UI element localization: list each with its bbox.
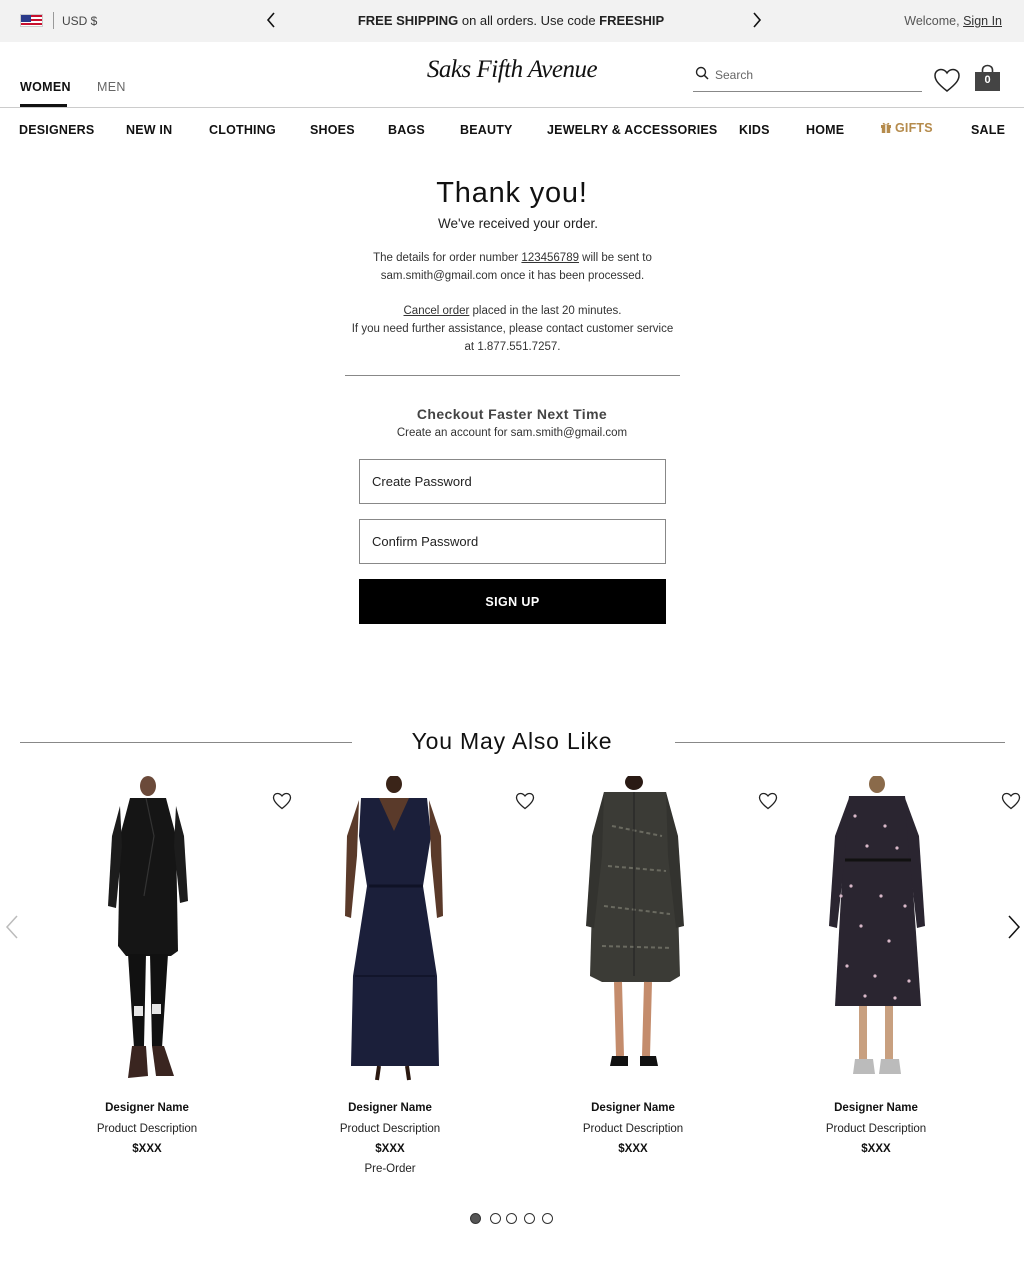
- carousel-dot-3[interactable]: [506, 1213, 517, 1224]
- chevron-right-icon[interactable]: [752, 12, 762, 28]
- product-designer[interactable]: Designer Name: [542, 1102, 724, 1114]
- checkout-faster-subtitle: Create an account for sam.smith@gmail.co…: [396, 427, 628, 439]
- promo-code: FREESHIP: [599, 13, 665, 28]
- carousel-dot-5[interactable]: [542, 1213, 553, 1224]
- nav-jewelry-accessories[interactable]: JEWELRY & ACCESSORIES: [547, 123, 717, 137]
- create-password-input[interactable]: [360, 460, 665, 503]
- promo-shipping-label: FREE SHIPPING: [357, 13, 459, 28]
- product-card[interactable]: Designer Name Product Description $XXX: [785, 776, 1021, 1186]
- product-badge: Pre-Order: [364, 1163, 416, 1175]
- tab-women[interactable]: WOMEN: [20, 80, 71, 94]
- nav-designers[interactable]: DESIGNERS: [19, 123, 94, 137]
- header-divider: [0, 107, 1024, 108]
- order-received-text: We've received your order.: [438, 216, 598, 231]
- nav-gifts[interactable]: GIFTS: [880, 121, 933, 135]
- order-details-text: The details for order number 123456789 w…: [340, 249, 685, 285]
- tab-men[interactable]: MEN: [97, 80, 126, 94]
- product-card[interactable]: Designer Name Product Description $XXX: [56, 776, 292, 1186]
- help-line-1: If you need further assistance, please c…: [351, 323, 674, 335]
- section-divider: [345, 375, 680, 376]
- order-number-link[interactable]: 123456789: [521, 252, 579, 264]
- heart-icon[interactable]: [272, 792, 292, 810]
- search-icon[interactable]: [695, 66, 709, 80]
- product-description[interactable]: Product Description: [785, 1123, 967, 1135]
- product-card[interactable]: Designer Name Product Description $XXX P…: [299, 776, 535, 1186]
- nav-gifts-label: GIFTS: [895, 121, 933, 135]
- promo-bar: USD $ FREE SHIPPING on all orders. Use c…: [0, 0, 1024, 42]
- chevron-left-icon[interactable]: [266, 12, 276, 28]
- cancel-order-link[interactable]: Cancel order: [404, 305, 470, 317]
- welcome-text: Welcome, Sign In: [904, 14, 1002, 28]
- recommendations-title: You May Also Like: [411, 728, 613, 754]
- product-designer[interactable]: Designer Name: [56, 1102, 238, 1114]
- gift-icon: [881, 122, 891, 133]
- sign-up-button[interactable]: SIGN UP: [359, 579, 666, 624]
- product-price: $XXX: [375, 1143, 405, 1155]
- help-line-2: at 1.877.551.7257.: [464, 341, 561, 353]
- product-image[interactable]: [56, 776, 292, 1082]
- nav-clothing[interactable]: CLOTHING: [209, 123, 276, 137]
- search-input[interactable]: [715, 65, 915, 85]
- product-designer[interactable]: Designer Name: [299, 1102, 481, 1114]
- welcome-label: Welcome,: [904, 14, 964, 28]
- us-flag-icon[interactable]: [20, 14, 43, 27]
- divider: [53, 12, 54, 29]
- carousel-prev-icon[interactable]: [4, 914, 20, 940]
- details-prefix: The details for order number: [373, 252, 522, 264]
- search-bar[interactable]: [693, 62, 922, 92]
- promo-message: FREE SHIPPING on all orders. Use code FR…: [320, 13, 702, 28]
- heart-icon[interactable]: [1001, 792, 1021, 810]
- product-image[interactable]: [299, 776, 535, 1082]
- heart-icon[interactable]: [758, 792, 778, 810]
- nav-home[interactable]: HOME: [806, 123, 844, 137]
- details-suffix: will be sent to: [578, 252, 652, 264]
- nav-kids[interactable]: KIDS: [739, 123, 770, 137]
- heart-icon[interactable]: [515, 792, 535, 810]
- nav-sale[interactable]: SALE: [971, 123, 1005, 137]
- product-description[interactable]: Product Description: [299, 1123, 481, 1135]
- main-nav: DESIGNERS NEW IN CLOTHING SHOES BAGS BEA…: [0, 121, 1024, 141]
- bag-count: 0: [984, 74, 991, 86]
- product-description[interactable]: Product Description: [542, 1123, 724, 1135]
- product-description[interactable]: Product Description: [56, 1123, 238, 1135]
- heart-icon[interactable]: [933, 67, 961, 93]
- confirm-password-field[interactable]: [359, 519, 666, 564]
- details-line-2: sam.smith@gmail.com once it has been pro…: [380, 270, 645, 282]
- create-password-field[interactable]: [359, 459, 666, 504]
- product-price: $XXX: [861, 1143, 891, 1155]
- carousel-dot-1[interactable]: [470, 1213, 481, 1224]
- nav-new-in[interactable]: NEW IN: [126, 123, 172, 137]
- currency-selector[interactable]: USD $: [62, 14, 97, 28]
- sign-in-link[interactable]: Sign In: [963, 14, 1002, 28]
- carousel-dot-2[interactable]: [490, 1213, 501, 1224]
- confirm-password-input[interactable]: [360, 520, 665, 563]
- product-image[interactable]: [542, 776, 778, 1082]
- product-price: $XXX: [618, 1143, 648, 1155]
- carousel-pagination: [470, 1213, 570, 1225]
- saks-logo[interactable]: Saks Fifth Avenue: [420, 56, 604, 84]
- carousel-dot-4[interactable]: [524, 1213, 535, 1224]
- page-title: Thank you!: [436, 177, 588, 209]
- nav-beauty[interactable]: BEAUTY: [460, 123, 513, 137]
- product-designer[interactable]: Designer Name: [785, 1102, 967, 1114]
- nav-bags[interactable]: BAGS: [388, 123, 425, 137]
- cancel-help-text: Cancel order placed in the last 20 minut…: [340, 302, 685, 356]
- product-price: $XXX: [132, 1143, 162, 1155]
- promo-middle-text: on all orders. Use code: [458, 13, 600, 28]
- product-card[interactable]: Designer Name Product Description $XXX: [542, 776, 778, 1186]
- nav-shoes[interactable]: SHOES: [310, 123, 355, 137]
- checkout-faster-title: Checkout Faster Next Time: [416, 406, 608, 422]
- product-image[interactable]: [785, 776, 1021, 1082]
- cancel-suffix: placed in the last 20 minutes.: [469, 305, 622, 317]
